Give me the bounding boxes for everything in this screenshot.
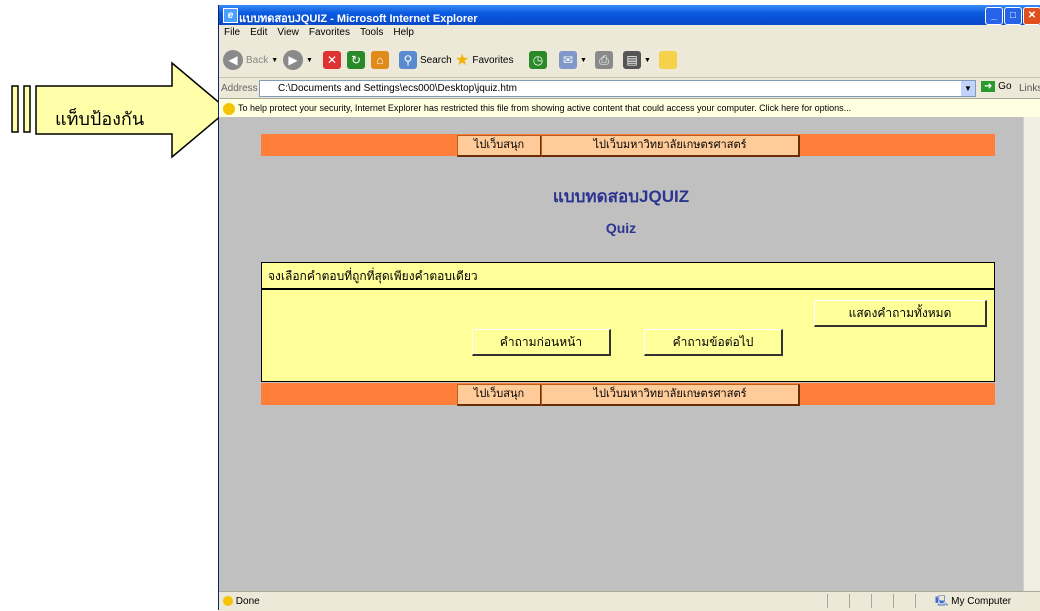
forward-button[interactable]: ▶ ▼ [283, 49, 313, 71]
search-icon: ⚲ [399, 51, 417, 69]
quiz-box: จงเลือกคำตอบที่ถูกที่สุดเพียงคำตอบเดียว … [261, 262, 995, 382]
edit-icon: ▤ [623, 51, 641, 69]
nav-fun-link[interactable]: ไปเว็บสนุก [457, 384, 542, 406]
dropdown-icon: ▼ [644, 56, 651, 64]
menu-view[interactable]: View [272, 25, 304, 38]
page-title: แบบทดสอบJQUIZ [552, 187, 690, 206]
stop-icon: ✕ [323, 51, 341, 69]
forward-arrow-icon: ▶ [283, 50, 303, 70]
history-button[interactable]: ◷ [529, 49, 547, 71]
menu-favorites[interactable]: Favorites [304, 25, 355, 38]
zone-text: My Computer [951, 596, 1012, 607]
status-divider [915, 594, 916, 608]
mail-icon: ✉ [559, 51, 577, 69]
infobar-text: To help protect your security, Internet … [238, 103, 852, 113]
stop-button[interactable]: ✕ [323, 49, 341, 71]
status-divider [827, 594, 828, 608]
page-content: ไปเว็บสนุก ไปเว็บมหาวิทยาลัยเกษตรศาสตร์ … [219, 117, 1023, 591]
go-button[interactable]: ➜ Go [981, 81, 1012, 92]
refresh-icon: ↻ [347, 51, 365, 69]
address-bar: Address C:\Documents and Settings\ecs000… [219, 78, 1040, 98]
print-button[interactable]: ⎙ [595, 49, 613, 71]
computer-icon: 🖳 [935, 596, 949, 607]
shield-warning-icon [223, 102, 235, 115]
status-done: Done [223, 592, 260, 611]
favorites-button[interactable]: ★ Favorites [455, 49, 513, 71]
mail-button[interactable]: ✉ ▼ [559, 49, 587, 71]
go-arrow-icon: ➜ [981, 81, 996, 92]
minimize-button[interactable]: _ [985, 7, 1003, 25]
dropdown-icon: ▼ [306, 56, 313, 64]
top-nav-bar: ไปเว็บสนุก ไปเว็บมหาวิทยาลัยเกษตรศาสตร์ [261, 134, 995, 157]
status-divider [893, 594, 894, 608]
print-icon: ⎙ [595, 51, 613, 69]
title-bar[interactable]: e แบบทดสอบJQUIZ - Microsoft Internet Exp… [219, 5, 1040, 25]
address-input[interactable]: C:\Documents and Settings\ecs000\Desktop… [259, 80, 976, 97]
address-dropdown-icon[interactable]: ▼ [961, 81, 975, 96]
history-icon: ◷ [529, 51, 547, 69]
page-subtitle: Quiz [605, 220, 637, 236]
status-zone: 🖳 My Computer [935, 592, 1011, 611]
quiz-instruction: จงเลือกคำตอบที่ถูกที่สุดเพียงคำตอบเดียว [262, 263, 994, 290]
search-label: Search [420, 54, 452, 66]
vertical-scrollbar[interactable] [1023, 117, 1040, 591]
menu-file[interactable]: File [219, 25, 245, 38]
search-button[interactable]: ⚲ Search [399, 49, 452, 71]
bottom-nav-bar: ไปเว็บสนุก ไปเว็บมหาวิทยาลัยเกษตรศาสตร์ [261, 383, 995, 406]
back-label: Back [246, 54, 269, 66]
ie-logo-icon: e [223, 8, 238, 23]
nav-ku-link[interactable]: ไปเว็บมหาวิทยาลัยเกษตรศาสตร์ [541, 135, 800, 157]
go-label: Go [998, 81, 1012, 92]
menu-help[interactable]: Help [388, 25, 419, 38]
next-question-button[interactable]: คำถามข้อต่อไป [644, 329, 783, 356]
menu-tools[interactable]: Tools [355, 25, 388, 38]
favorites-label: Favorites [472, 54, 514, 66]
nav-fun-link[interactable]: ไปเว็บสนุก [457, 135, 542, 157]
page-icon [223, 596, 233, 607]
menu-edit[interactable]: Edit [245, 25, 272, 38]
callout-label: แท็บป้องกัน [55, 109, 145, 130]
address-label: Address [221, 83, 258, 94]
dropdown-icon: ▼ [271, 56, 279, 64]
dropdown-icon: ▼ [580, 56, 587, 64]
home-icon: ⌂ [371, 51, 389, 69]
star-icon: ★ [455, 52, 470, 69]
refresh-button[interactable]: ↻ [347, 49, 365, 71]
prev-question-button[interactable]: คำถามก่อนหน้า [472, 329, 611, 356]
address-url: C:\Documents and Settings\ecs000\Desktop… [278, 83, 518, 94]
status-divider [871, 594, 872, 608]
back-arrow-icon: ◀ [223, 50, 243, 70]
back-button[interactable]: ◀ Back ▼ [223, 49, 278, 71]
close-button[interactable]: ✕ [1023, 7, 1040, 25]
messenger-button[interactable] [659, 49, 677, 71]
status-bar: Done 🖳 My Computer [219, 591, 1040, 611]
maximize-button[interactable]: □ [1004, 7, 1022, 25]
ie-window: e แบบทดสอบJQUIZ - Microsoft Internet Exp… [218, 5, 1040, 611]
callout-arrow: แท็บป้องกัน [0, 60, 230, 160]
show-all-button[interactable]: แสดงคำถามทั้งหมด [814, 300, 987, 327]
nav-ku-link[interactable]: ไปเว็บมหาวิทยาลัยเกษตรศาสตร์ [541, 384, 800, 406]
status-text: Done [235, 596, 260, 607]
links-button[interactable]: Links [1019, 83, 1040, 94]
menu-bar: File Edit View Favorites Tools Help [219, 25, 1040, 41]
folder-icon [659, 51, 677, 69]
toolbar: ◀ Back ▼ ▶ ▼ ✕ ↻ ⌂ ⚲ Search ★ Favorites … [219, 41, 1040, 78]
edit-button[interactable]: ▤ ▼ [623, 49, 651, 71]
status-divider [849, 594, 850, 608]
security-infobar[interactable]: To help protect your security, Internet … [219, 98, 1040, 118]
home-button[interactable]: ⌂ [371, 49, 389, 71]
